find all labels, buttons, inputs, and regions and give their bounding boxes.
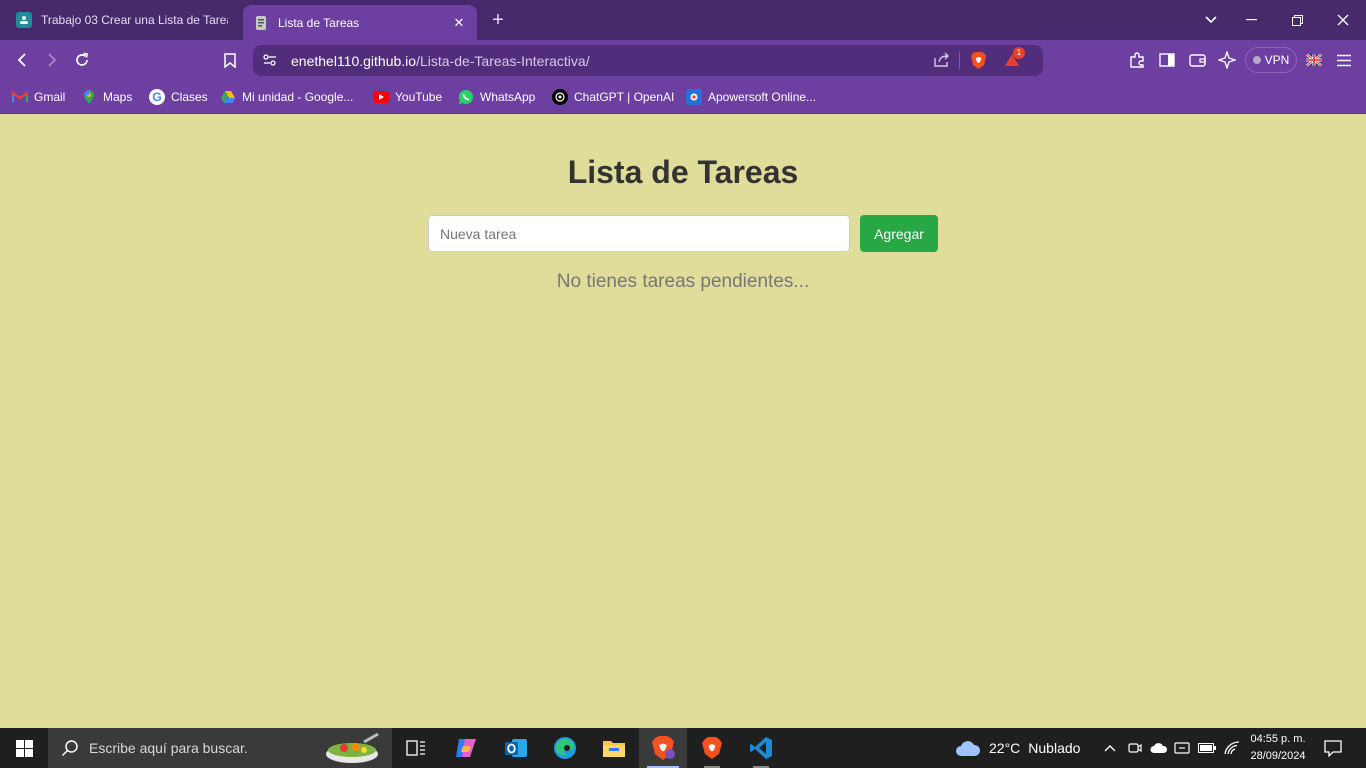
- bookmarks-bar: Gmail Maps G Clases Mi unidad - Google..…: [0, 80, 1366, 114]
- battery-icon[interactable]: [1196, 728, 1218, 768]
- empty-tasks-message: No tienes tareas pendientes...: [556, 271, 810, 292]
- vpn-status-icon: [1252, 56, 1261, 64]
- youtube-icon: [373, 89, 389, 105]
- vpn-button[interactable]: VPN: [1245, 47, 1297, 73]
- close-window-button[interactable]: [1320, 0, 1366, 40]
- brave-icon[interactable]: [688, 728, 736, 768]
- search-icon: [61, 739, 79, 757]
- notifications-icon[interactable]: [1320, 728, 1346, 768]
- search-highlight-icon: [324, 732, 380, 768]
- file-explorer-icon[interactable]: [590, 728, 638, 768]
- tab-trabajo[interactable]: Trabajo 03 Crear una Lista de Tareas: [6, 5, 238, 35]
- bookmark-youtube[interactable]: YouTube: [373, 87, 442, 107]
- windows-taskbar: Escribe aquí para buscar. 22°C Nublado 0…: [0, 728, 1366, 768]
- share-icon[interactable]: [933, 52, 950, 73]
- back-button[interactable]: [10, 48, 34, 72]
- vpn-label: VPN: [1264, 53, 1290, 67]
- extensions-icon[interactable]: [1125, 48, 1149, 72]
- show-hidden-icons-chevron-icon[interactable]: [1100, 728, 1120, 768]
- bookmark-whatsapp[interactable]: WhatsApp: [458, 87, 535, 107]
- tab-bar: Trabajo 03 Crear una Lista de Tareas Lis…: [0, 0, 1366, 40]
- bookmark-apowersoft[interactable]: Apowersoft Online...: [686, 87, 816, 107]
- wallet-icon[interactable]: [1185, 48, 1209, 72]
- reload-button[interactable]: [70, 48, 94, 72]
- bookmark-chatgpt[interactable]: ChatGPT | OpenAI: [552, 87, 674, 107]
- bookmark-label: Clases: [171, 90, 208, 104]
- bookmark-label: YouTube: [395, 90, 443, 104]
- clock-date: 28/09/2024: [1250, 750, 1306, 762]
- bookmark-gmail[interactable]: Gmail: [12, 87, 65, 107]
- bookmark-drive[interactable]: Mi unidad - Google...: [220, 87, 353, 107]
- weather-widget[interactable]: 22°C Nublado: [955, 728, 1087, 768]
- bookmark-label: Apowersoft Online...: [708, 90, 817, 104]
- rewards-badge: 1: [1013, 47, 1025, 59]
- apowersoft-icon: [686, 89, 702, 105]
- divider: [959, 52, 960, 69]
- bookmark-label: Maps: [103, 90, 133, 104]
- page-favicon-icon: [253, 15, 269, 31]
- system-clock[interactable]: 04:55 p. m. 28/09/2024: [1242, 731, 1314, 765]
- bookmark-maps[interactable]: Maps: [81, 87, 132, 107]
- url-path: /Lista-de-Tareas-Interactiva/: [416, 53, 590, 69]
- clock-time: 04:55 p. m.: [1250, 733, 1306, 745]
- brave-rewards-icon[interactable]: 1: [1004, 47, 1025, 72]
- new-tab-button[interactable]: +: [487, 9, 509, 31]
- brave-taskbar-active[interactable]: [639, 728, 687, 768]
- device-icon[interactable]: [1172, 728, 1192, 768]
- weather-condition: Nublado: [1028, 740, 1081, 756]
- tab-title: Trabajo 03 Crear una Lista de Tareas: [41, 13, 228, 27]
- close-tab-icon[interactable]: ✕: [451, 15, 467, 31]
- browser-toolbar: enethel110.github.io/Lista-de-Tareas-Int…: [0, 40, 1366, 80]
- menu-icon[interactable]: [1332, 48, 1356, 72]
- bookmark-clases[interactable]: G Clases: [149, 87, 208, 107]
- openai-icon: [552, 89, 568, 105]
- edge-icon[interactable]: [541, 728, 589, 768]
- tab-lista-de-tareas[interactable]: Lista de Tareas ✕: [243, 5, 477, 40]
- uk-flag-icon[interactable]: [1302, 48, 1326, 72]
- bookmark-icon[interactable]: [218, 48, 242, 72]
- classroom-icon: [16, 12, 32, 28]
- gmail-icon: [12, 89, 28, 105]
- taskbar-search[interactable]: Escribe aquí para buscar.: [48, 728, 392, 768]
- cloud-icon: [955, 739, 981, 757]
- drive-icon: [220, 89, 236, 105]
- url-domain: enethel110.github.io: [291, 53, 417, 69]
- task-view-icon[interactable]: [392, 728, 440, 768]
- new-task-input[interactable]: [428, 215, 850, 252]
- restore-button[interactable]: [1274, 0, 1320, 40]
- meet-now-icon[interactable]: [1125, 728, 1145, 768]
- brave-shields-icon[interactable]: [970, 51, 987, 75]
- whatsapp-icon: [458, 89, 474, 105]
- site-info-icon[interactable]: [262, 53, 278, 72]
- bookmark-label: Mi unidad - Google...: [242, 90, 354, 104]
- outlook-icon[interactable]: [492, 728, 540, 768]
- url-text: enethel110.github.io/Lista-de-Tareas-Int…: [291, 53, 590, 69]
- minimize-button[interactable]: [1228, 0, 1274, 40]
- google-icon: G: [149, 89, 165, 105]
- windows-start-icon[interactable]: [0, 728, 48, 768]
- maps-icon: [81, 89, 97, 105]
- onedrive-icon[interactable]: [1149, 728, 1169, 768]
- leo-ai-icon[interactable]: [1215, 48, 1239, 72]
- search-placeholder: Escribe aquí para buscar.: [89, 740, 248, 756]
- forward-button[interactable]: [40, 48, 64, 72]
- bookmark-label: Gmail: [34, 90, 66, 104]
- add-task-button[interactable]: Agregar: [860, 215, 938, 252]
- copilot-icon[interactable]: [442, 728, 490, 768]
- weather-temp: 22°C: [989, 740, 1021, 756]
- sidebar-icon[interactable]: [1155, 48, 1179, 72]
- page-title: Lista de Tareas: [567, 154, 799, 190]
- address-bar[interactable]: enethel110.github.io/Lista-de-Tareas-Int…: [253, 45, 1043, 76]
- bookmark-label: WhatsApp: [480, 90, 536, 104]
- wifi-icon[interactable]: [1221, 728, 1243, 768]
- vscode-icon[interactable]: [737, 728, 785, 768]
- bookmark-label: ChatGPT | OpenAI: [574, 90, 675, 104]
- tab-title: Lista de Tareas: [278, 15, 360, 30]
